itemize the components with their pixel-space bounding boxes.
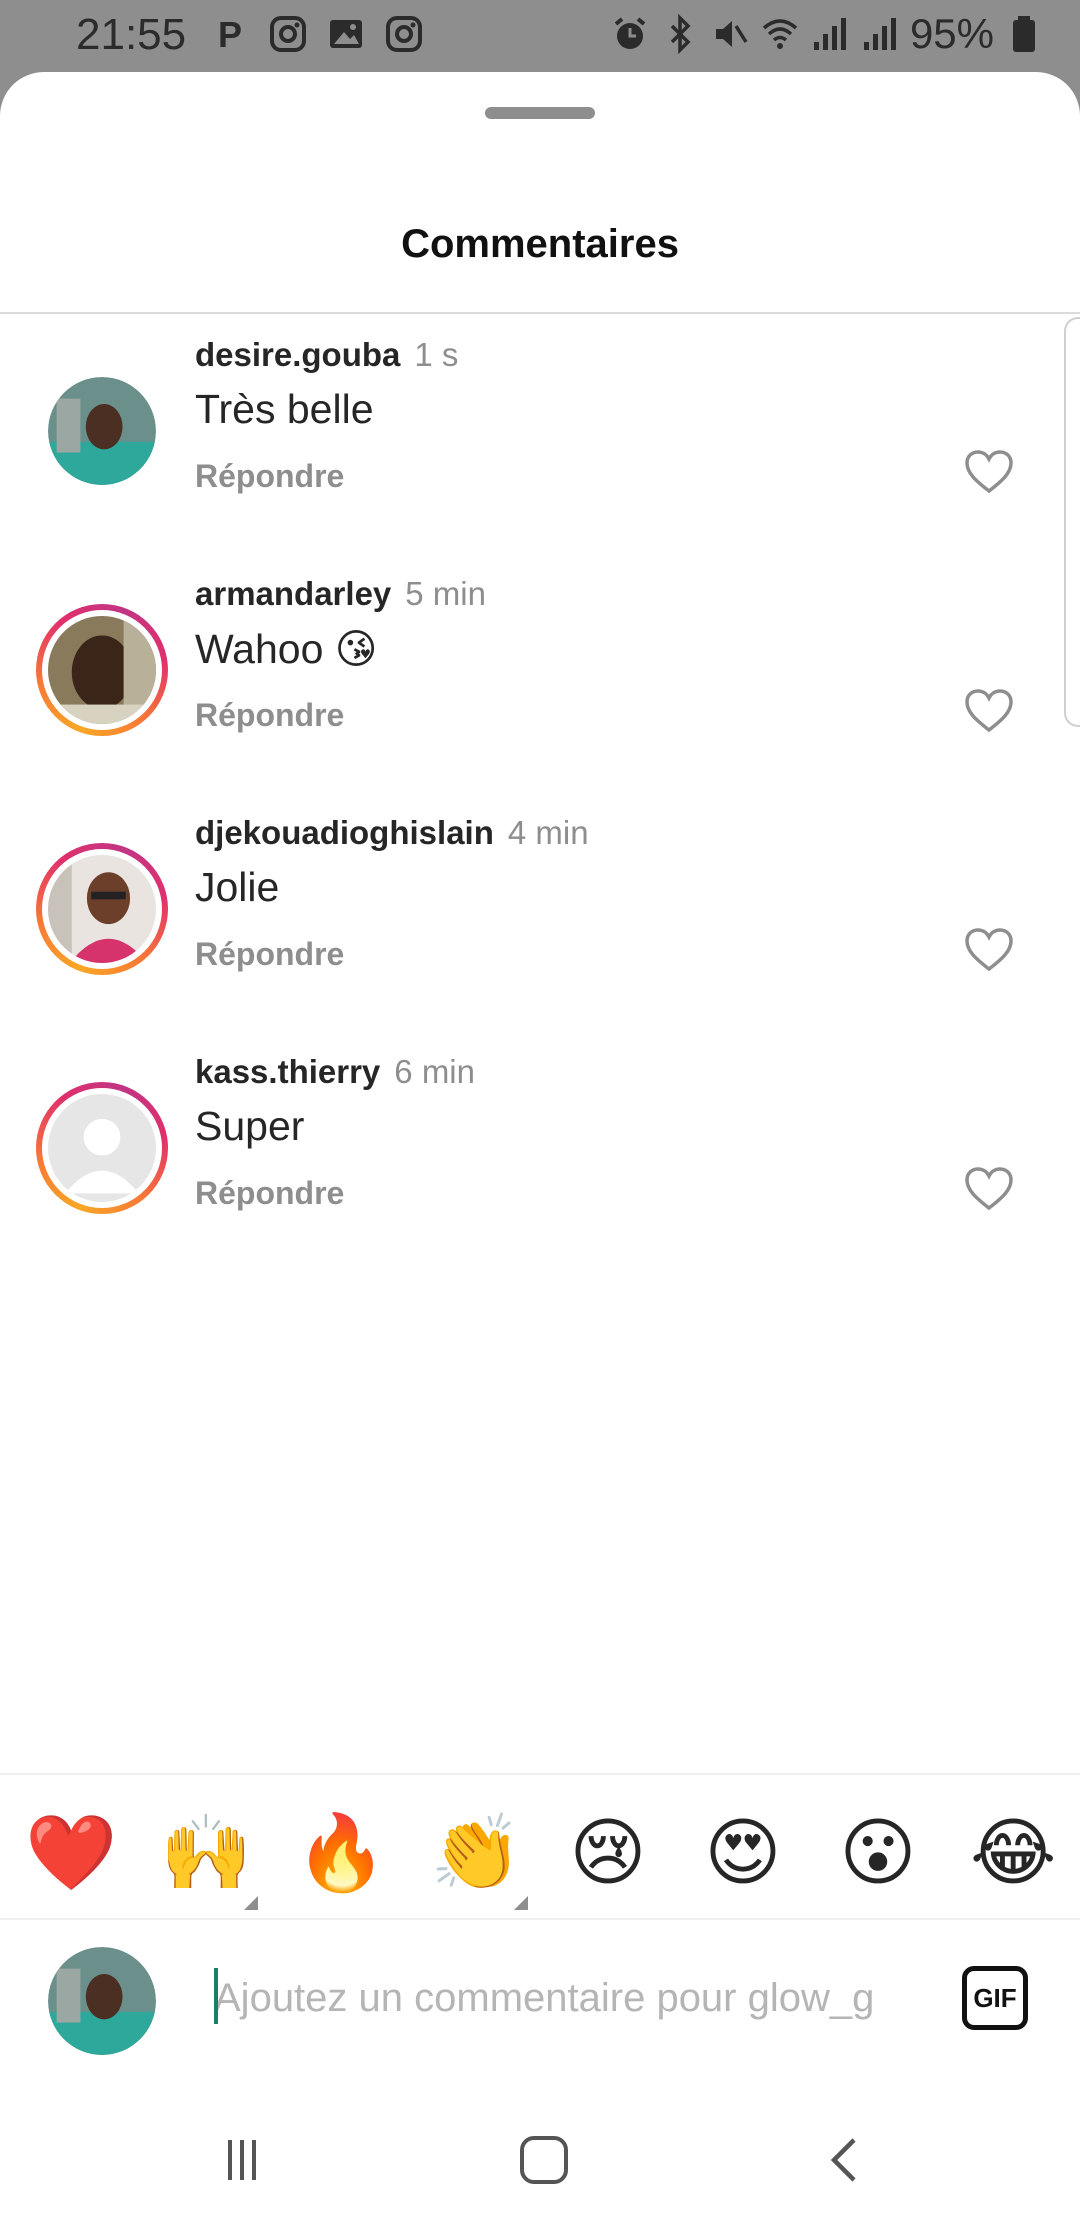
divider bbox=[0, 1773, 1080, 1775]
comment-header: desire.gouba 1 s bbox=[195, 336, 458, 374]
avatar-photo bbox=[48, 855, 156, 963]
gallery-icon bbox=[326, 14, 366, 54]
skin-tone-indicator bbox=[244, 1896, 258, 1910]
comment-item: desire.gouba 1 s Très belle Répondre bbox=[0, 336, 1080, 575]
parking-icon: P bbox=[210, 14, 250, 54]
emoji-tears-of-joy[interactable]: 😂 bbox=[970, 1810, 1056, 1896]
emoji-clapping-hands-glyph: 👏 bbox=[430, 1810, 523, 1896]
emoji-clapping-hands[interactable]: 👏 bbox=[430, 1810, 528, 1910]
instagram-icon bbox=[384, 14, 424, 54]
home-icon bbox=[520, 2136, 568, 2184]
skin-tone-indicator bbox=[514, 1896, 528, 1910]
emoji-raised-hands[interactable]: 🙌 bbox=[160, 1810, 258, 1910]
comment-item: djekouadioghislain 4 min Jolie Répondre bbox=[0, 814, 1080, 1053]
like-button[interactable] bbox=[964, 449, 1014, 495]
heart-icon bbox=[965, 928, 1013, 972]
comment-username[interactable]: djekouadioghislain bbox=[195, 814, 494, 851]
heart-icon bbox=[965, 450, 1013, 494]
avatar[interactable] bbox=[48, 377, 156, 485]
avatar-story-ring[interactable] bbox=[36, 1082, 168, 1214]
svg-text:P: P bbox=[218, 14, 242, 54]
like-button[interactable] bbox=[964, 688, 1014, 734]
home-button[interactable] bbox=[504, 2130, 584, 2190]
mute-icon bbox=[710, 14, 750, 54]
recent-apps-button[interactable] bbox=[202, 2130, 282, 2190]
avatar-photo bbox=[48, 377, 156, 485]
comment-text: Très belle bbox=[195, 386, 374, 432]
comment-username[interactable]: armandarley bbox=[195, 575, 391, 612]
emoji-bar: ❤️ 🙌 🔥 👏 😢 😍 😮 😂 bbox=[0, 1810, 1080, 1910]
comment-item: armandarley 5 min Wahoo 😘 Répondre bbox=[0, 575, 1080, 814]
drag-handle[interactable] bbox=[485, 107, 595, 119]
avatar-photo bbox=[48, 616, 156, 724]
wifi-icon bbox=[760, 14, 800, 54]
comment-header: armandarley 5 min bbox=[195, 575, 486, 613]
comment-item: kass.thierry 6 min Super Répondre bbox=[0, 1053, 1080, 1292]
heart-icon bbox=[965, 689, 1013, 733]
system-nav-bar bbox=[0, 2100, 1080, 2220]
avatar-story-ring[interactable] bbox=[36, 604, 168, 736]
comment-username[interactable]: kass.thierry bbox=[195, 1053, 380, 1090]
comment-input[interactable] bbox=[214, 1967, 914, 2029]
divider bbox=[0, 312, 1080, 314]
reply-button[interactable]: Répondre bbox=[195, 458, 344, 495]
sheet-title: Commentaires bbox=[401, 222, 679, 266]
comment-text: Jolie bbox=[195, 864, 280, 910]
comment-time: 6 min bbox=[394, 1053, 475, 1090]
like-button[interactable] bbox=[964, 1166, 1014, 1212]
heart-icon bbox=[965, 1167, 1013, 1211]
divider bbox=[0, 1918, 1080, 1920]
notification-icons: P bbox=[210, 14, 424, 54]
system-status: 95% bbox=[610, 10, 1044, 58]
current-user-avatar bbox=[48, 1947, 156, 2055]
signal-icon bbox=[860, 14, 900, 54]
comment-time: 4 min bbox=[507, 814, 589, 851]
status-bar: 21:55 P 95% bbox=[0, 0, 1080, 72]
emoji-heart[interactable]: ❤️ bbox=[25, 1810, 117, 1896]
comment-username[interactable]: desire.gouba bbox=[195, 336, 400, 373]
avatar-story-ring[interactable] bbox=[36, 843, 168, 975]
comment-header: djekouadioghislain 4 min bbox=[195, 814, 589, 852]
signal-icon bbox=[810, 14, 850, 54]
comment-time: 1 s bbox=[414, 336, 459, 373]
back-button[interactable] bbox=[806, 2130, 886, 2190]
alarm-icon bbox=[610, 14, 650, 54]
battery-percent: 95% bbox=[909, 10, 994, 57]
comment-text: Super bbox=[195, 1103, 305, 1149]
status-time: 21:55 bbox=[76, 10, 187, 59]
gif-button[interactable]: GIF bbox=[962, 1966, 1028, 2030]
recent-apps-icon bbox=[228, 2140, 256, 2180]
bluetooth-icon bbox=[660, 14, 700, 54]
reply-button[interactable]: Répondre bbox=[195, 697, 344, 734]
comment-header: kass.thierry 6 min bbox=[195, 1053, 475, 1091]
avatar-photo bbox=[48, 1947, 156, 2055]
emoji-crying-face[interactable]: 😢 bbox=[565, 1810, 651, 1896]
instagram-icon bbox=[268, 14, 308, 54]
emoji-surprised-face[interactable]: 😮 bbox=[835, 1810, 921, 1896]
comment-time: 5 min bbox=[405, 575, 486, 612]
default-avatar-icon bbox=[48, 1094, 156, 1202]
reply-button[interactable]: Répondre bbox=[195, 1175, 344, 1212]
like-button[interactable] bbox=[964, 927, 1014, 973]
emoji-raised-hands-glyph: 🙌 bbox=[160, 1810, 253, 1896]
comment-text: Wahoo 😘 bbox=[195, 626, 378, 672]
back-icon bbox=[830, 2138, 856, 2182]
emoji-fire[interactable]: 🔥 bbox=[295, 1810, 387, 1896]
battery-icon bbox=[1004, 14, 1044, 54]
text-caret bbox=[214, 1968, 218, 2024]
emoji-heart-eyes[interactable]: 😍 bbox=[700, 1810, 786, 1896]
reply-button[interactable]: Répondre bbox=[195, 936, 344, 973]
